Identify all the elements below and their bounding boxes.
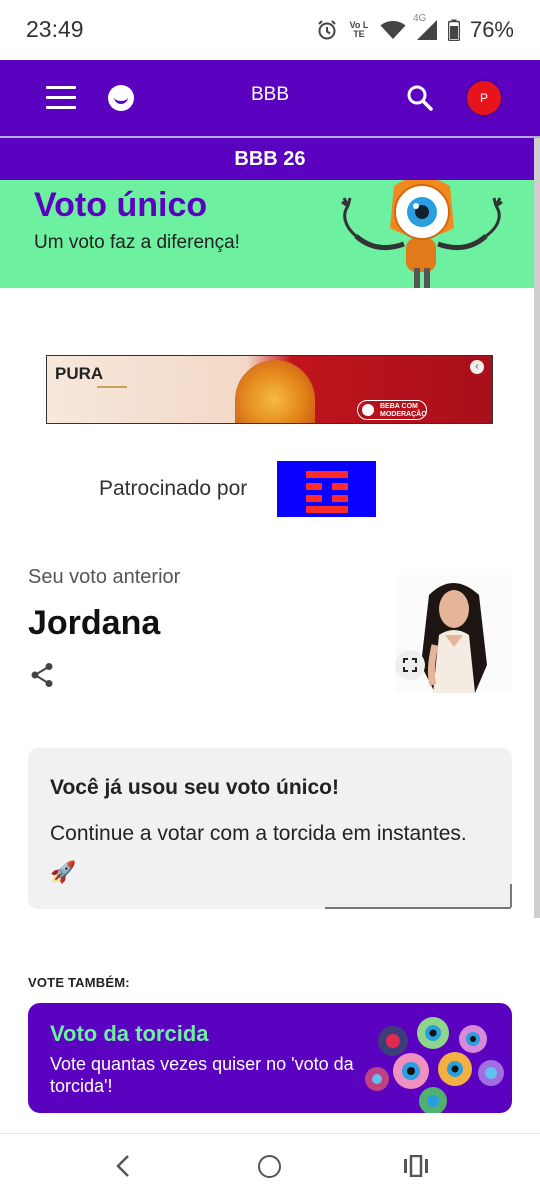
signal-icon: 4G (413, 13, 438, 41)
status-icons: Vo LTE 4G 76% (316, 13, 514, 46)
battery-icon (447, 19, 460, 41)
avatar[interactable]: P (467, 81, 501, 115)
back-icon[interactable] (112, 1154, 134, 1183)
ad-underline (97, 386, 127, 388)
alarm-icon (316, 19, 338, 41)
hero-title: Voto único (34, 186, 208, 224)
ad-beer-image (235, 360, 315, 423)
volte-icon: Vo LTE (349, 20, 369, 39)
torcida-title: Voto da torcida (50, 1021, 209, 1046)
system-nav-bar (0, 1133, 540, 1199)
sponsor-logo[interactable] (277, 461, 376, 517)
ad-brand-text: PURA (55, 364, 104, 383)
status-bar: 23:49 Vo LTE 4G 76% (0, 0, 540, 60)
page: 23:49 Vo LTE 4G 76% BBB P BBB 26 Voto ún… (0, 0, 540, 1199)
app-header: BBB P (0, 60, 540, 136)
info-card: Você já usou seu voto único! Continue a … (28, 748, 512, 909)
ad-close-icon[interactable]: ‹ (470, 360, 484, 374)
ad-banner[interactable]: PURA BEBA COM MODERAÇÃO ‹ (46, 355, 493, 424)
hero-subtitle: Um voto faz a diferença! (34, 232, 240, 253)
share-icon[interactable] (30, 662, 54, 693)
status-time: 23:49 (26, 16, 84, 42)
recents-icon[interactable] (403, 1154, 429, 1182)
scrollbar[interactable] (534, 138, 540, 918)
info-card-title: Você já usou seu voto único! (50, 776, 339, 799)
battery-percent: 76% (469, 17, 514, 42)
previous-vote-label: Seu voto anterior (28, 566, 181, 588)
expand-icon[interactable] (395, 650, 425, 680)
hero-banner: Voto único Um voto faz a diferença! (0, 180, 540, 288)
wifi-icon (380, 20, 406, 40)
torcida-text: Vote quantas vezes quiser no 'voto da to… (50, 1054, 354, 1096)
ad-badge: BEBA COM MODERAÇÃO (357, 400, 427, 420)
search-icon[interactable] (406, 84, 434, 117)
voto-torcida-card[interactable]: Voto da torcida Vote quantas vezes quise… (28, 1003, 512, 1113)
mascots-illustration (365, 1017, 504, 1113)
network-type: 4G (412, 13, 427, 24)
vote-also-label: VOTE TAMBÉM: (28, 975, 130, 990)
home-icon[interactable] (258, 1155, 281, 1178)
previous-vote-name: Jordana (28, 604, 161, 642)
mascot-illustration (341, 180, 503, 288)
card-edge-decoration (325, 884, 512, 909)
info-card-text: Continue a votar com a torcida em instan… (50, 822, 467, 884)
header-title: BBB (250, 84, 290, 105)
sponsor-label: Patrocinado por (99, 477, 248, 500)
section-title: BBB 26 (0, 138, 540, 180)
